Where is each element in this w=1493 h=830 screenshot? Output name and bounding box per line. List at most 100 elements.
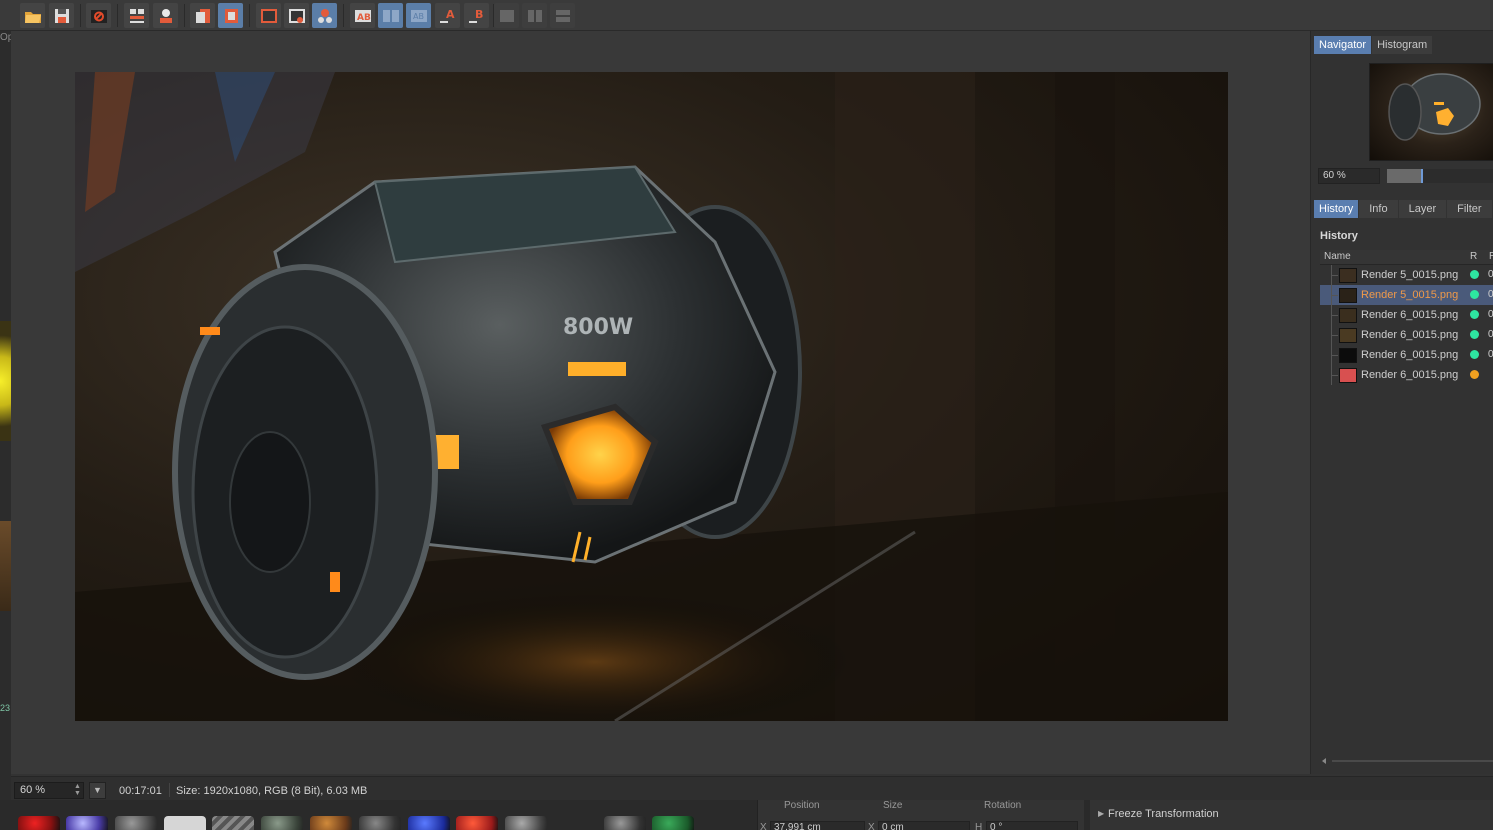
rotation-label: Rotation <box>984 800 1022 811</box>
history-thumbnail <box>1339 288 1357 303</box>
status-dot-icon <box>1470 270 1479 279</box>
freeze-transformation-label: Freeze Transformation <box>1108 808 1219 820</box>
svg-text:AB: AB <box>413 12 424 21</box>
material-swatch[interactable] <box>115 816 157 830</box>
material-swatch[interactable] <box>164 816 206 830</box>
history-thumbnail <box>1339 368 1357 383</box>
set-b-icon[interactable]: B <box>464 3 489 28</box>
render-image[interactable]: 800W <box>75 72 1228 721</box>
status-dot-icon <box>1470 310 1479 319</box>
material-swatch[interactable] <box>408 816 450 830</box>
history-row-name: Render 5_0015.png <box>1361 289 1459 301</box>
navigator-slider-fill <box>1387 169 1422 183</box>
open-icon[interactable] <box>20 3 45 28</box>
column-name[interactable]: Name <box>1324 251 1351 262</box>
tab-history[interactable]: History <box>1314 200 1359 218</box>
side-number: 23 <box>0 703 11 713</box>
view-compare-icon[interactable] <box>312 3 337 28</box>
tab-filter[interactable]: Filter <box>1447 200 1492 218</box>
svg-text:AB: AB <box>357 13 371 23</box>
navigator-thumbnail[interactable] <box>1369 63 1493 161</box>
position-label: Position <box>784 800 820 811</box>
tab-navigator[interactable]: Navigator <box>1314 36 1372 54</box>
grid-3-icon[interactable] <box>550 3 575 28</box>
history-thumbnail <box>1339 348 1357 363</box>
user-icon[interactable] <box>153 3 178 28</box>
grid-1-icon[interactable] <box>494 3 519 28</box>
history-row[interactable]: Render 6_0015.png 0 <box>1320 305 1493 325</box>
status-dot-icon <box>1470 350 1479 359</box>
history-row[interactable]: Render 5_0015.png 0 <box>1320 285 1493 305</box>
history-row-name: Render 5_0015.png <box>1361 269 1459 281</box>
status-dot-icon <box>1470 370 1479 379</box>
set-a-icon[interactable]: A <box>435 3 460 28</box>
toolbar: AB AB A B <box>0 0 1493 31</box>
material-swatch[interactable] <box>652 816 694 830</box>
zoom-dropdown-button[interactable]: ▼ <box>89 782 106 799</box>
history-row-value: 0 <box>1488 269 1493 280</box>
view-lens-icon[interactable] <box>284 3 309 28</box>
zoom-stepper-icon[interactable]: ▲ ▼ <box>74 783 81 797</box>
navigator-tabs: Navigator Histogram <box>1314 36 1433 54</box>
status-dot-icon <box>1470 290 1479 299</box>
freeze-transformation-section[interactable]: ▶ Freeze Transformation <box>1090 800 1493 830</box>
x-label: X <box>760 822 767 830</box>
navigator-zoom-slider[interactable] <box>1387 169 1493 183</box>
tab-info[interactable]: Info <box>1359 200 1398 218</box>
h-label: H <box>975 822 983 830</box>
material-swatch[interactable] <box>212 816 254 830</box>
history-row-name: Render 6_0015.png <box>1361 349 1459 361</box>
coordinates-panel: Position Size Rotation X 37.991 cm X 0 c… <box>757 800 1084 830</box>
navigator-zoom-field[interactable]: 60 % <box>1318 168 1380 184</box>
history-row[interactable]: Render 6_0015.png <box>1320 365 1493 385</box>
size-label: Size <box>883 800 903 811</box>
material-swatch[interactable] <box>18 816 60 830</box>
size-x-label: X <box>868 822 875 830</box>
ab-split-icon[interactable] <box>378 3 403 28</box>
bottom-area: Position Size Rotation X 37.991 cm X 0 c… <box>0 800 1493 830</box>
material-swatch[interactable] <box>604 816 646 830</box>
tab-layer[interactable]: Layer <box>1398 200 1447 218</box>
copy-icon[interactable] <box>190 3 215 28</box>
material-swatch[interactable] <box>505 816 547 830</box>
status-dot-icon <box>1470 330 1479 339</box>
size-x-field[interactable]: 0 cm <box>878 821 970 830</box>
history-table: Name R R Render 5_0015.png 0 Render 5_0015… <box>1320 250 1493 385</box>
history-thumbnail <box>1339 268 1357 283</box>
tab-histogram[interactable]: Histogram <box>1372 36 1433 54</box>
image-viewer[interactable]: 800W <box>11 31 1310 774</box>
side-preview-yellow <box>0 321 11 441</box>
ab-swap-icon[interactable]: AB <box>406 3 431 28</box>
material-swatch[interactable] <box>261 816 303 830</box>
history-scrollbar[interactable] <box>1320 756 1493 764</box>
history-row[interactable]: Render 6_0015.png 0 <box>1320 345 1493 365</box>
ab-compare-icon[interactable]: AB <box>350 3 375 28</box>
material-swatch[interactable] <box>456 816 498 830</box>
position-x-field[interactable]: 37.991 cm <box>770 821 865 830</box>
svg-text:A: A <box>446 8 455 21</box>
layers-icon[interactable] <box>124 3 149 28</box>
history-row-value: 0 <box>1488 349 1493 360</box>
save-icon[interactable] <box>49 3 74 28</box>
column-r2[interactable]: R <box>1489 251 1493 262</box>
expand-arrow-icon[interactable]: ▶ <box>1098 809 1104 818</box>
column-r[interactable]: R <box>1470 251 1477 262</box>
material-swatch[interactable] <box>359 816 401 830</box>
status-bar: 60 % ▲ ▼ ▼ 00:17:01 Size: 1920x1080, RGB … <box>11 776 1493 800</box>
render-settings-icon[interactable] <box>86 3 111 28</box>
history-row-value: 0 <box>1488 289 1493 300</box>
material-swatch[interactable] <box>310 816 352 830</box>
history-row[interactable]: Render 5_0015.png 0 <box>1320 265 1493 285</box>
history-row-name: Render 6_0015.png <box>1361 329 1459 341</box>
navigator-slider-handle[interactable] <box>1421 169 1423 183</box>
single-view-icon[interactable] <box>256 3 281 28</box>
side-preview-brown <box>0 521 11 611</box>
grid-2-icon[interactable] <box>522 3 547 28</box>
material-swatch[interactable] <box>66 816 108 830</box>
history-header: Name R R <box>1320 250 1493 265</box>
history-row[interactable]: Render 6_0015.png 0 <box>1320 325 1493 345</box>
stop-icon[interactable] <box>218 3 243 28</box>
svg-text:B: B <box>475 8 483 21</box>
rotation-h-field[interactable]: 0 ° <box>986 821 1078 830</box>
history-row-value: 0 <box>1488 329 1493 340</box>
